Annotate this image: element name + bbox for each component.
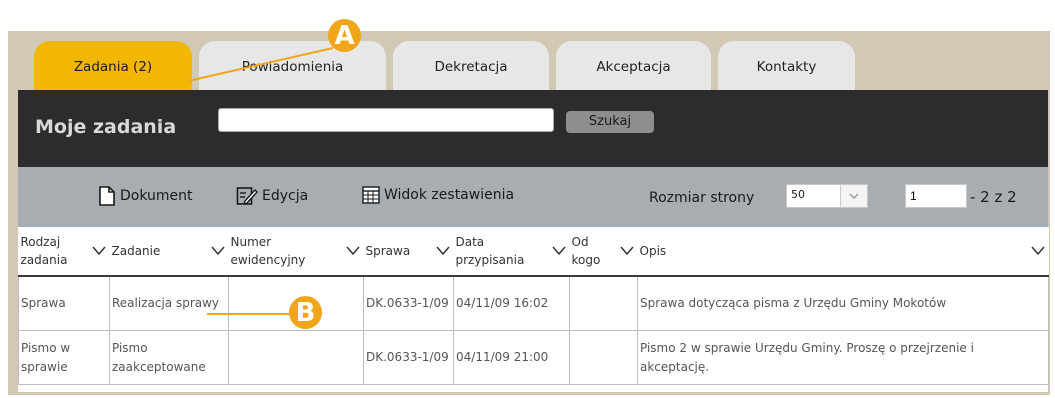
- callout-a: A: [328, 19, 361, 52]
- callout-b: B: [289, 296, 322, 329]
- callout-lines: [187, 47, 334, 315]
